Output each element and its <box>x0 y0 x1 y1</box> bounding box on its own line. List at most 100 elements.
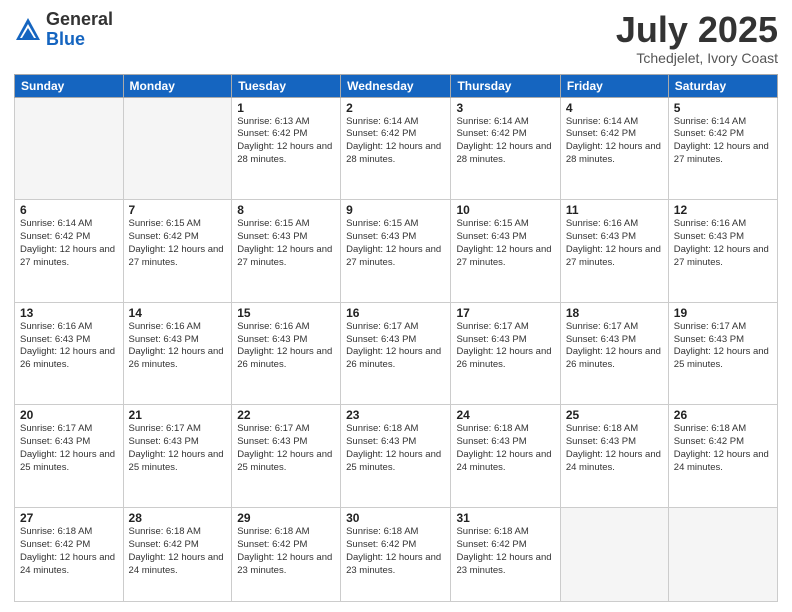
calendar-cell <box>15 97 124 200</box>
day-number: 29 <box>237 511 335 525</box>
day-number: 28 <box>129 511 227 525</box>
day-info: Sunrise: 6:15 AM Sunset: 6:42 PM Dayligh… <box>129 218 227 269</box>
day-number: 18 <box>566 306 663 320</box>
day-number: 8 <box>237 203 335 217</box>
day-number: 21 <box>129 408 227 422</box>
day-info: Sunrise: 6:18 AM Sunset: 6:42 PM Dayligh… <box>20 526 118 577</box>
day-number: 20 <box>20 408 118 422</box>
calendar-cell: 7Sunrise: 6:15 AM Sunset: 6:42 PM Daylig… <box>123 200 232 303</box>
day-number: 14 <box>129 306 227 320</box>
calendar-cell: 13Sunrise: 6:16 AM Sunset: 6:43 PM Dayli… <box>15 302 124 405</box>
day-info: Sunrise: 6:17 AM Sunset: 6:43 PM Dayligh… <box>346 321 445 372</box>
day-info: Sunrise: 6:18 AM Sunset: 6:43 PM Dayligh… <box>456 423 554 474</box>
week-row-4: 20Sunrise: 6:17 AM Sunset: 6:43 PM Dayli… <box>15 405 778 508</box>
calendar-cell: 23Sunrise: 6:18 AM Sunset: 6:43 PM Dayli… <box>341 405 451 508</box>
calendar-cell: 1Sunrise: 6:13 AM Sunset: 6:42 PM Daylig… <box>232 97 341 200</box>
day-info: Sunrise: 6:16 AM Sunset: 6:43 PM Dayligh… <box>129 321 227 372</box>
calendar-cell: 19Sunrise: 6:17 AM Sunset: 6:43 PM Dayli… <box>668 302 777 405</box>
calendar-cell: 29Sunrise: 6:18 AM Sunset: 6:42 PM Dayli… <box>232 508 341 602</box>
calendar-cell: 10Sunrise: 6:15 AM Sunset: 6:43 PM Dayli… <box>451 200 560 303</box>
day-info: Sunrise: 6:18 AM Sunset: 6:43 PM Dayligh… <box>346 423 445 474</box>
day-number: 11 <box>566 203 663 217</box>
day-info: Sunrise: 6:17 AM Sunset: 6:43 PM Dayligh… <box>20 423 118 474</box>
day-info: Sunrise: 6:16 AM Sunset: 6:43 PM Dayligh… <box>20 321 118 372</box>
logo: General Blue <box>14 10 113 50</box>
day-info: Sunrise: 6:15 AM Sunset: 6:43 PM Dayligh… <box>346 218 445 269</box>
calendar-cell: 18Sunrise: 6:17 AM Sunset: 6:43 PM Dayli… <box>560 302 668 405</box>
day-number: 9 <box>346 203 445 217</box>
day-info: Sunrise: 6:16 AM Sunset: 6:43 PM Dayligh… <box>674 218 772 269</box>
page: General Blue July 2025 Tchedjelet, Ivory… <box>0 0 792 612</box>
logo-general: General <box>46 10 113 30</box>
calendar-cell: 30Sunrise: 6:18 AM Sunset: 6:42 PM Dayli… <box>341 508 451 602</box>
day-info: Sunrise: 6:18 AM Sunset: 6:42 PM Dayligh… <box>674 423 772 474</box>
day-number: 10 <box>456 203 554 217</box>
day-info: Sunrise: 6:17 AM Sunset: 6:43 PM Dayligh… <box>674 321 772 372</box>
day-info: Sunrise: 6:17 AM Sunset: 6:43 PM Dayligh… <box>237 423 335 474</box>
calendar-cell: 25Sunrise: 6:18 AM Sunset: 6:43 PM Dayli… <box>560 405 668 508</box>
day-number: 6 <box>20 203 118 217</box>
col-header-thursday: Thursday <box>451 74 560 97</box>
day-info: Sunrise: 6:14 AM Sunset: 6:42 PM Dayligh… <box>20 218 118 269</box>
day-number: 27 <box>20 511 118 525</box>
day-info: Sunrise: 6:18 AM Sunset: 6:42 PM Dayligh… <box>237 526 335 577</box>
day-number: 4 <box>566 101 663 115</box>
calendar-cell: 15Sunrise: 6:16 AM Sunset: 6:43 PM Dayli… <box>232 302 341 405</box>
day-number: 31 <box>456 511 554 525</box>
day-number: 25 <box>566 408 663 422</box>
calendar-cell: 4Sunrise: 6:14 AM Sunset: 6:42 PM Daylig… <box>560 97 668 200</box>
calendar-cell <box>123 97 232 200</box>
calendar-cell: 17Sunrise: 6:17 AM Sunset: 6:43 PM Dayli… <box>451 302 560 405</box>
day-number: 7 <box>129 203 227 217</box>
day-number: 13 <box>20 306 118 320</box>
calendar-cell: 2Sunrise: 6:14 AM Sunset: 6:42 PM Daylig… <box>341 97 451 200</box>
day-info: Sunrise: 6:16 AM Sunset: 6:43 PM Dayligh… <box>566 218 663 269</box>
week-row-2: 6Sunrise: 6:14 AM Sunset: 6:42 PM Daylig… <box>15 200 778 303</box>
week-row-1: 1Sunrise: 6:13 AM Sunset: 6:42 PM Daylig… <box>15 97 778 200</box>
day-info: Sunrise: 6:18 AM Sunset: 6:42 PM Dayligh… <box>456 526 554 577</box>
calendar-cell: 28Sunrise: 6:18 AM Sunset: 6:42 PM Dayli… <box>123 508 232 602</box>
day-number: 12 <box>674 203 772 217</box>
week-row-3: 13Sunrise: 6:16 AM Sunset: 6:43 PM Dayli… <box>15 302 778 405</box>
header: General Blue July 2025 Tchedjelet, Ivory… <box>14 10 778 66</box>
day-info: Sunrise: 6:15 AM Sunset: 6:43 PM Dayligh… <box>456 218 554 269</box>
day-info: Sunrise: 6:13 AM Sunset: 6:42 PM Dayligh… <box>237 116 335 167</box>
calendar-cell: 20Sunrise: 6:17 AM Sunset: 6:43 PM Dayli… <box>15 405 124 508</box>
day-info: Sunrise: 6:14 AM Sunset: 6:42 PM Dayligh… <box>566 116 663 167</box>
day-number: 5 <box>674 101 772 115</box>
day-info: Sunrise: 6:18 AM Sunset: 6:42 PM Dayligh… <box>129 526 227 577</box>
calendar-cell: 31Sunrise: 6:18 AM Sunset: 6:42 PM Dayli… <box>451 508 560 602</box>
calendar-cell: 3Sunrise: 6:14 AM Sunset: 6:42 PM Daylig… <box>451 97 560 200</box>
day-number: 30 <box>346 511 445 525</box>
week-row-5: 27Sunrise: 6:18 AM Sunset: 6:42 PM Dayli… <box>15 508 778 602</box>
col-header-wednesday: Wednesday <box>341 74 451 97</box>
day-number: 17 <box>456 306 554 320</box>
day-info: Sunrise: 6:17 AM Sunset: 6:43 PM Dayligh… <box>129 423 227 474</box>
col-header-tuesday: Tuesday <box>232 74 341 97</box>
calendar: SundayMondayTuesdayWednesdayThursdayFrid… <box>14 74 778 602</box>
day-number: 23 <box>346 408 445 422</box>
calendar-cell: 9Sunrise: 6:15 AM Sunset: 6:43 PM Daylig… <box>341 200 451 303</box>
location: Tchedjelet, Ivory Coast <box>616 50 778 66</box>
logo-text: General Blue <box>46 10 113 50</box>
day-info: Sunrise: 6:16 AM Sunset: 6:43 PM Dayligh… <box>237 321 335 372</box>
calendar-cell: 27Sunrise: 6:18 AM Sunset: 6:42 PM Dayli… <box>15 508 124 602</box>
col-header-saturday: Saturday <box>668 74 777 97</box>
month-year: July 2025 <box>616 10 778 50</box>
calendar-cell: 12Sunrise: 6:16 AM Sunset: 6:43 PM Dayli… <box>668 200 777 303</box>
day-info: Sunrise: 6:17 AM Sunset: 6:43 PM Dayligh… <box>456 321 554 372</box>
calendar-cell <box>560 508 668 602</box>
day-number: 3 <box>456 101 554 115</box>
day-info: Sunrise: 6:18 AM Sunset: 6:43 PM Dayligh… <box>566 423 663 474</box>
calendar-cell: 6Sunrise: 6:14 AM Sunset: 6:42 PM Daylig… <box>15 200 124 303</box>
calendar-cell: 16Sunrise: 6:17 AM Sunset: 6:43 PM Dayli… <box>341 302 451 405</box>
logo-blue: Blue <box>46 30 113 50</box>
col-header-friday: Friday <box>560 74 668 97</box>
calendar-cell: 8Sunrise: 6:15 AM Sunset: 6:43 PM Daylig… <box>232 200 341 303</box>
day-info: Sunrise: 6:14 AM Sunset: 6:42 PM Dayligh… <box>674 116 772 167</box>
calendar-cell <box>668 508 777 602</box>
day-number: 1 <box>237 101 335 115</box>
day-number: 16 <box>346 306 445 320</box>
day-info: Sunrise: 6:15 AM Sunset: 6:43 PM Dayligh… <box>237 218 335 269</box>
calendar-cell: 22Sunrise: 6:17 AM Sunset: 6:43 PM Dayli… <box>232 405 341 508</box>
